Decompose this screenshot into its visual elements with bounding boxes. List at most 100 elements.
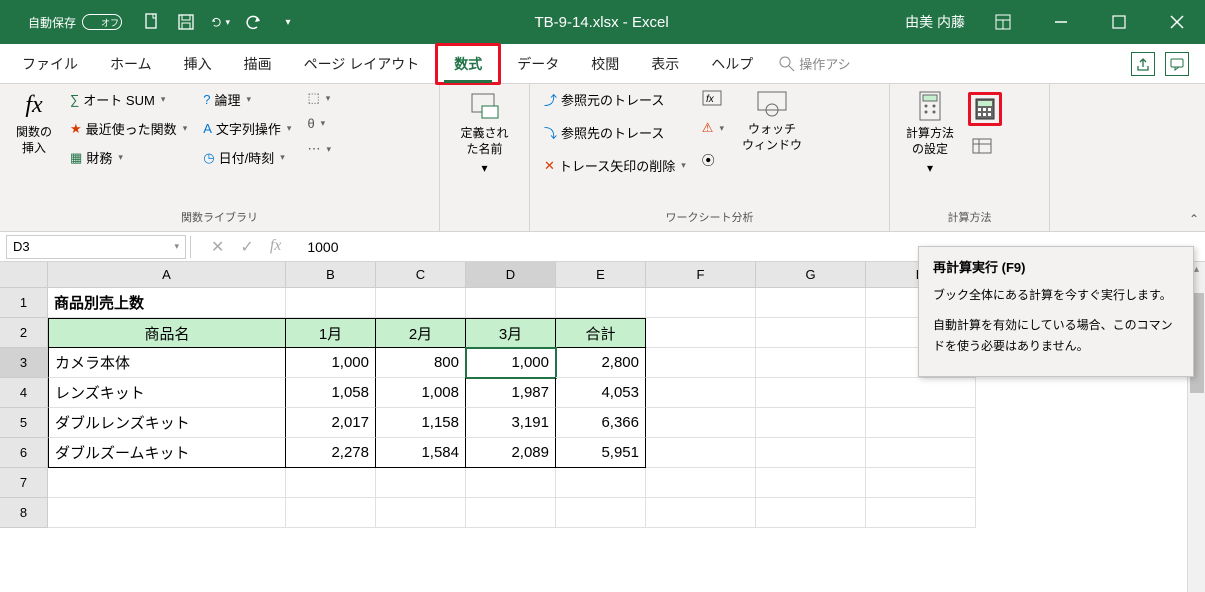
remove-arrows-button[interactable]: ✕トレース矢印の削除▾: [540, 154, 690, 177]
row-header-6[interactable]: 6: [0, 438, 48, 468]
cell-C4[interactable]: 1,008: [376, 378, 466, 408]
cell-A8[interactable]: [48, 498, 286, 528]
share-button[interactable]: [1131, 52, 1155, 76]
cell-C5[interactable]: 1,158: [376, 408, 466, 438]
cell-B3[interactable]: 1,000: [286, 348, 376, 378]
financial-button[interactable]: ▦財務▾: [66, 146, 191, 169]
text-button[interactable]: A文字列操作▾: [199, 117, 295, 140]
defined-names-button[interactable]: 定義され た名前▾: [454, 88, 514, 223]
col-header-F[interactable]: F: [646, 262, 756, 288]
show-formulas-button[interactable]: fx: [698, 88, 728, 108]
ribbon-options-icon[interactable]: [983, 2, 1023, 42]
col-header-A[interactable]: A: [48, 262, 286, 288]
cell-E5[interactable]: 6,366: [556, 408, 646, 438]
cell-B7[interactable]: [286, 468, 376, 498]
cell-H7[interactable]: [866, 468, 976, 498]
calculate-sheet-button[interactable]: [968, 136, 1002, 158]
row-header-3[interactable]: 3: [0, 348, 48, 378]
col-header-G[interactable]: G: [756, 262, 866, 288]
logical-button[interactable]: ?論理▾: [199, 88, 295, 111]
save-icon[interactable]: [176, 12, 196, 32]
select-all-corner[interactable]: [0, 262, 48, 288]
trace-dependents-button[interactable]: ⤵参照先のトレース: [540, 121, 690, 144]
toggle-switch[interactable]: オフ: [82, 14, 122, 30]
cell-E3[interactable]: 2,800: [556, 348, 646, 378]
cell-G6[interactable]: [756, 438, 866, 468]
autosum-button[interactable]: ∑オート SUM▾: [66, 88, 191, 111]
cell-A2[interactable]: 商品名: [48, 318, 286, 348]
date-time-button[interactable]: ◷日付/時刻▾: [199, 146, 295, 169]
cell-H4[interactable]: [866, 378, 976, 408]
redo-icon[interactable]: [244, 12, 264, 32]
minimize-button[interactable]: [1041, 2, 1081, 42]
math-button[interactable]: θ▾: [303, 114, 335, 133]
evaluate-formula-button[interactable]: ⦿: [698, 148, 728, 171]
cell-D1[interactable]: [466, 288, 556, 318]
cell-A1[interactable]: 商品別売上数: [48, 288, 286, 318]
cell-B5[interactable]: 2,017: [286, 408, 376, 438]
cell-G8[interactable]: [756, 498, 866, 528]
insert-function-button[interactable]: fx 関数の 挿入: [10, 88, 58, 207]
cell-B2[interactable]: 1月: [286, 318, 376, 348]
cell-F3[interactable]: [646, 348, 756, 378]
cell-G4[interactable]: [756, 378, 866, 408]
cell-C8[interactable]: [376, 498, 466, 528]
cell-F8[interactable]: [646, 498, 756, 528]
cell-A4[interactable]: レンズキット: [48, 378, 286, 408]
col-header-C[interactable]: C: [376, 262, 466, 288]
cell-A3[interactable]: カメラ本体: [48, 348, 286, 378]
cell-D4[interactable]: 1,987: [466, 378, 556, 408]
cell-A7[interactable]: [48, 468, 286, 498]
cell-F7[interactable]: [646, 468, 756, 498]
row-header-1[interactable]: 1: [0, 288, 48, 318]
error-checking-button[interactable]: ⚠▾: [698, 118, 728, 138]
undo-icon[interactable]: ▾: [210, 12, 230, 32]
cell-C6[interactable]: 1,584: [376, 438, 466, 468]
cell-D7[interactable]: [466, 468, 556, 498]
cancel-icon[interactable]: ✕: [211, 237, 224, 257]
maximize-button[interactable]: [1099, 2, 1139, 42]
tab-view[interactable]: 表示: [635, 46, 695, 82]
autosave-toggle[interactable]: 自動保存 オフ: [28, 14, 122, 31]
cell-F1[interactable]: [646, 288, 756, 318]
row-header-2[interactable]: 2: [0, 318, 48, 348]
cell-F6[interactable]: [646, 438, 756, 468]
calc-options-button[interactable]: 計算方法 の設定▾: [900, 88, 960, 207]
cell-D8[interactable]: [466, 498, 556, 528]
tab-page-layout[interactable]: ページ レイアウト: [288, 46, 436, 82]
tab-data[interactable]: データ: [501, 46, 575, 82]
cell-E4[interactable]: 4,053: [556, 378, 646, 408]
row-header-4[interactable]: 4: [0, 378, 48, 408]
cell-C2[interactable]: 2月: [376, 318, 466, 348]
cell-B6[interactable]: 2,278: [286, 438, 376, 468]
cell-C3[interactable]: 800: [376, 348, 466, 378]
recent-functions-button[interactable]: ★最近使った関数▾: [66, 117, 191, 140]
cell-D5[interactable]: 3,191: [466, 408, 556, 438]
row-header-8[interactable]: 8: [0, 498, 48, 528]
cell-F5[interactable]: [646, 408, 756, 438]
cell-F4[interactable]: [646, 378, 756, 408]
tab-home[interactable]: ホーム: [94, 46, 168, 82]
cell-E8[interactable]: [556, 498, 646, 528]
collapse-ribbon-icon[interactable]: ⌃: [1189, 212, 1199, 226]
col-header-B[interactable]: B: [286, 262, 376, 288]
cell-H5[interactable]: [866, 408, 976, 438]
lookup-button[interactable]: ⬚▾: [303, 88, 335, 108]
tab-draw[interactable]: 描画: [228, 46, 288, 82]
watch-window-button[interactable]: ウォッチ ウィンドウ: [736, 88, 808, 207]
fx-icon[interactable]: fx: [270, 237, 282, 257]
cell-B4[interactable]: 1,058: [286, 378, 376, 408]
tab-review[interactable]: 校閲: [575, 46, 635, 82]
cell-C7[interactable]: [376, 468, 466, 498]
qat-dropdown-icon[interactable]: ▾: [278, 12, 298, 32]
new-file-icon[interactable]: [142, 12, 162, 32]
cell-H8[interactable]: [866, 498, 976, 528]
col-header-E[interactable]: E: [556, 262, 646, 288]
cell-G7[interactable]: [756, 468, 866, 498]
cell-E1[interactable]: [556, 288, 646, 318]
row-header-5[interactable]: 5: [0, 408, 48, 438]
cell-G3[interactable]: [756, 348, 866, 378]
cell-G5[interactable]: [756, 408, 866, 438]
cell-G1[interactable]: [756, 288, 866, 318]
cell-A6[interactable]: ダブルズームキット: [48, 438, 286, 468]
